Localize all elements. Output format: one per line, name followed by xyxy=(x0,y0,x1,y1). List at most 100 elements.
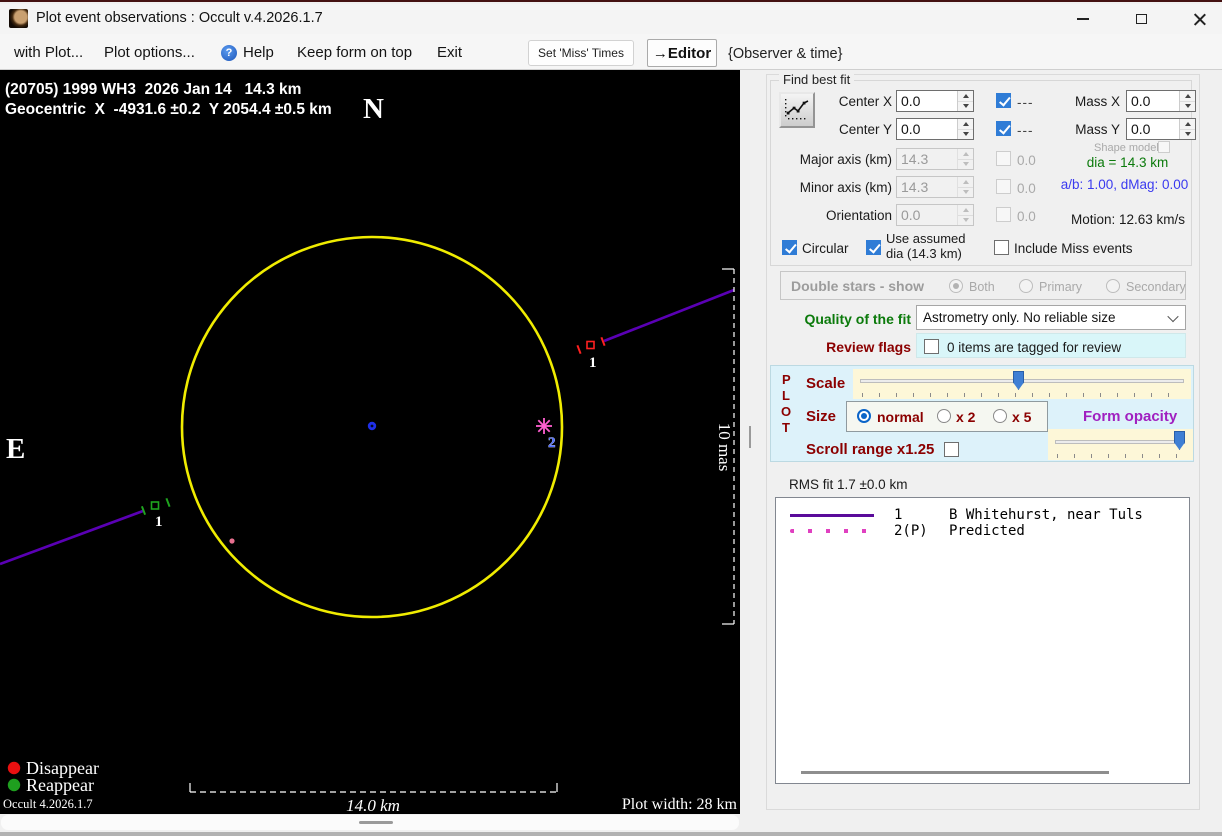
center-y-spinner[interactable]: 0.0 xyxy=(896,118,974,140)
plot-horizontal-scrollbar[interactable] xyxy=(1,815,739,830)
km-scale-label: 14.0 km xyxy=(346,796,400,814)
predicted-track-dot xyxy=(229,538,235,544)
editor-button[interactable]: →Editor xyxy=(647,39,717,67)
set-miss-times-button[interactable]: Set 'Miss' Times xyxy=(528,40,634,66)
center-y-down-button[interactable] xyxy=(958,129,973,139)
mass-x-label: Mass X xyxy=(1074,94,1120,109)
run-fit-button[interactable] xyxy=(779,92,815,128)
help-icon[interactable]: ? xyxy=(221,45,237,61)
mass-y-spinner[interactable]: 0.0 xyxy=(1126,118,1196,140)
close-button[interactable] xyxy=(1176,4,1222,34)
minor-axis-label: Minor axis (km) xyxy=(799,180,892,195)
center-x-up-button[interactable] xyxy=(958,91,973,102)
down-arrow-icon xyxy=(962,132,969,137)
orientation-value: 0.0 xyxy=(901,207,921,223)
mass-y-label: Mass Y xyxy=(1075,122,1120,137)
form-opacity-slider[interactable] xyxy=(1048,429,1193,460)
quality-of-fit-dropdown[interactable]: Astrometry only. No reliable size xyxy=(916,305,1186,330)
include-miss-label: Include Miss events xyxy=(1014,241,1133,256)
mass-y-value: 0.0 xyxy=(1131,121,1151,137)
orientation-flag-label: 0.0 xyxy=(1017,209,1036,224)
plot-hscroll-thumb[interactable] xyxy=(359,821,393,824)
scroll-range-checkbox[interactable] xyxy=(944,442,959,457)
disappear-legend-dot xyxy=(7,761,21,775)
minimize-button[interactable] xyxy=(1060,4,1106,34)
occult-plot-window: Plot event observations : Occult v.4.202… xyxy=(0,0,1222,836)
down-arrow-icon xyxy=(1184,132,1191,137)
center-y-up-button[interactable] xyxy=(958,119,973,130)
mass-y-up-button[interactable] xyxy=(1180,119,1195,130)
down-arrow-icon xyxy=(962,190,969,195)
orientation-spinner: 0.0 xyxy=(896,204,974,226)
include-miss-checkbox[interactable] xyxy=(994,240,1009,255)
double-stars-primary-label: Primary xyxy=(1039,280,1083,294)
menu-plot-options[interactable]: Plot options... xyxy=(104,44,195,61)
observation-row-2[interactable]: 2(P) Predicted xyxy=(790,523,1185,539)
up-arrow-icon xyxy=(962,207,969,212)
major-axis-label: Major axis (km) xyxy=(799,152,892,167)
mass-x-down-button[interactable] xyxy=(1180,101,1195,111)
mas-scale-label: 10 mas xyxy=(715,423,734,472)
size-x5-radio[interactable] xyxy=(993,409,1007,423)
lock-y-checkbox[interactable] xyxy=(996,121,1011,136)
observation-name: Predicted xyxy=(949,523,1025,539)
mass-x-up-button[interactable] xyxy=(1180,91,1195,102)
maximize-icon xyxy=(1135,14,1147,24)
review-flags-label: Review flags xyxy=(826,339,911,355)
minor-axis-up-button xyxy=(958,177,973,188)
observation-name: B Whitehurst, near Tuls xyxy=(949,507,1143,523)
double-stars-secondary-radio xyxy=(1106,279,1120,293)
chord2-line-sample xyxy=(790,529,874,533)
lock-x-checkbox[interactable] xyxy=(996,93,1011,108)
center-point-core xyxy=(370,424,374,428)
center-x-spinner[interactable]: 0.0 xyxy=(896,90,974,112)
plot-letter-p: P xyxy=(782,372,791,387)
menu-keep-on-top[interactable]: Keep form on top xyxy=(297,44,412,61)
circular-checkbox[interactable] xyxy=(782,240,797,255)
menu-help[interactable]: Help xyxy=(243,44,274,61)
observation-number: 1 xyxy=(894,507,903,523)
observations-list[interactable]: 1 B Whitehurst, near Tuls 2(P) Predicted xyxy=(775,497,1190,784)
review-flags-checkbox[interactable] xyxy=(924,339,939,354)
scale-slider-ticks xyxy=(862,393,1184,397)
motion-label: Motion: 12.63 km/s xyxy=(1070,212,1186,227)
form-opacity-thumb[interactable] xyxy=(1174,431,1185,450)
orientation-up-button xyxy=(958,205,973,216)
mass-y-down-button[interactable] xyxy=(1180,129,1195,139)
menu-with-plot[interactable]: with Plot... xyxy=(14,44,83,61)
scale-slider[interactable] xyxy=(853,369,1191,399)
dropdown-chevron xyxy=(1161,306,1185,329)
plot-letter-o: O xyxy=(781,404,792,419)
fit-chart-icon xyxy=(785,99,809,120)
size-normal-radio[interactable] xyxy=(857,409,871,423)
chord1-segment-right xyxy=(603,288,735,343)
reappear-legend-dot xyxy=(7,778,21,792)
minor-axis-value: 14.3 xyxy=(901,179,929,195)
maximize-button[interactable] xyxy=(1118,4,1164,34)
size-label: Size xyxy=(806,408,837,425)
use-assumed-dia-checkbox[interactable] xyxy=(866,240,881,255)
title-bar: Plot event observations : Occult v.4.202… xyxy=(0,4,1222,34)
minor-axis-spinner: 14.3 xyxy=(896,176,974,198)
down-arrow-icon xyxy=(1184,104,1191,109)
up-arrow-icon xyxy=(1184,121,1191,126)
observation-number: 2(P) xyxy=(894,523,928,539)
double-stars-title: Double stars - show xyxy=(791,278,925,294)
list-horizontal-scrollbar[interactable] xyxy=(801,771,1109,774)
occultation-plot-canvas[interactable]: 1 1 2 10 mas 14.0 km (20705) 1999 WH3 20… xyxy=(0,70,740,815)
down-arrow-icon xyxy=(962,162,969,167)
center-x-down-button[interactable] xyxy=(958,101,973,111)
down-arrow-icon xyxy=(962,104,969,109)
center-x-value: 0.0 xyxy=(901,93,921,109)
menu-exit[interactable]: Exit xyxy=(437,44,462,61)
size-x5-label: x 5 xyxy=(1012,409,1032,425)
mass-x-spinner[interactable]: 0.0 xyxy=(1126,90,1196,112)
double-stars-primary-radio xyxy=(1019,279,1033,293)
observation-row-1[interactable]: 1 B Whitehurst, near Tuls xyxy=(790,507,1185,523)
up-arrow-icon xyxy=(1184,93,1191,98)
size-x2-radio[interactable] xyxy=(937,409,951,423)
scale-slider-thumb[interactable] xyxy=(1013,371,1024,390)
window-title: Plot event observations : Occult v.4.202… xyxy=(36,10,323,26)
panel-splitter[interactable] xyxy=(749,426,751,448)
up-arrow-icon xyxy=(962,121,969,126)
